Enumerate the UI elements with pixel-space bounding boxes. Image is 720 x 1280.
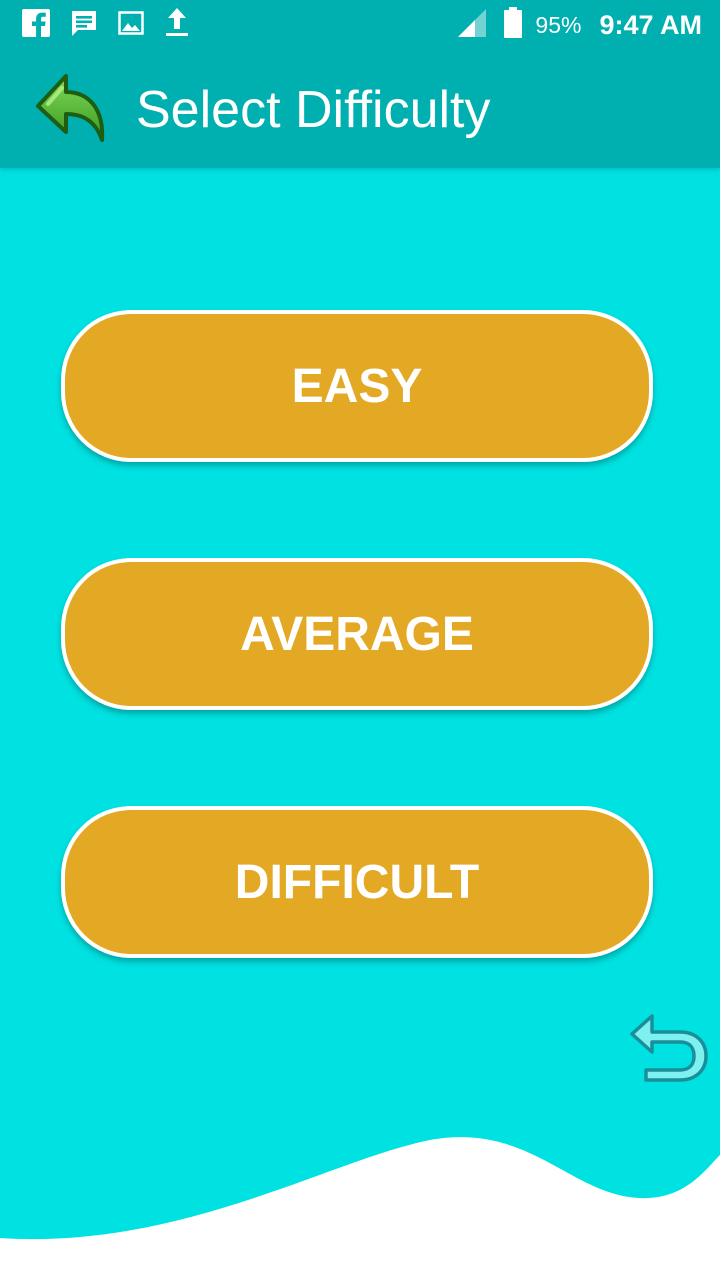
bottom-wave [0,1137,720,1280]
back-button[interactable] [32,70,112,150]
system-status: 95% 9:47 AM [457,6,702,44]
difficulty-screen: 95% 9:47 AM Select Difficulty EASY AVERA… [0,0,720,1280]
difficult-button[interactable]: DIFFICULT [61,806,653,958]
page-title: Select Difficulty [136,81,491,139]
easy-button[interactable]: EASY [61,310,653,462]
status-bar: 95% 9:47 AM [0,0,720,52]
facebook-icon [22,8,50,42]
undo-icon [630,1014,708,1082]
message-icon [70,9,98,42]
battery-icon [503,6,523,44]
notification-icons [22,7,190,44]
undo-button[interactable] [626,1010,710,1084]
upload-icon [164,7,190,44]
average-button[interactable]: AVERAGE [61,558,653,710]
app-bar: Select Difficulty [0,52,720,168]
back-arrow-icon [36,74,105,142]
image-icon [118,10,144,41]
battery-percent: 95% [535,11,582,38]
clock: 9:47 AM [599,9,702,40]
signal-icon [457,8,487,43]
